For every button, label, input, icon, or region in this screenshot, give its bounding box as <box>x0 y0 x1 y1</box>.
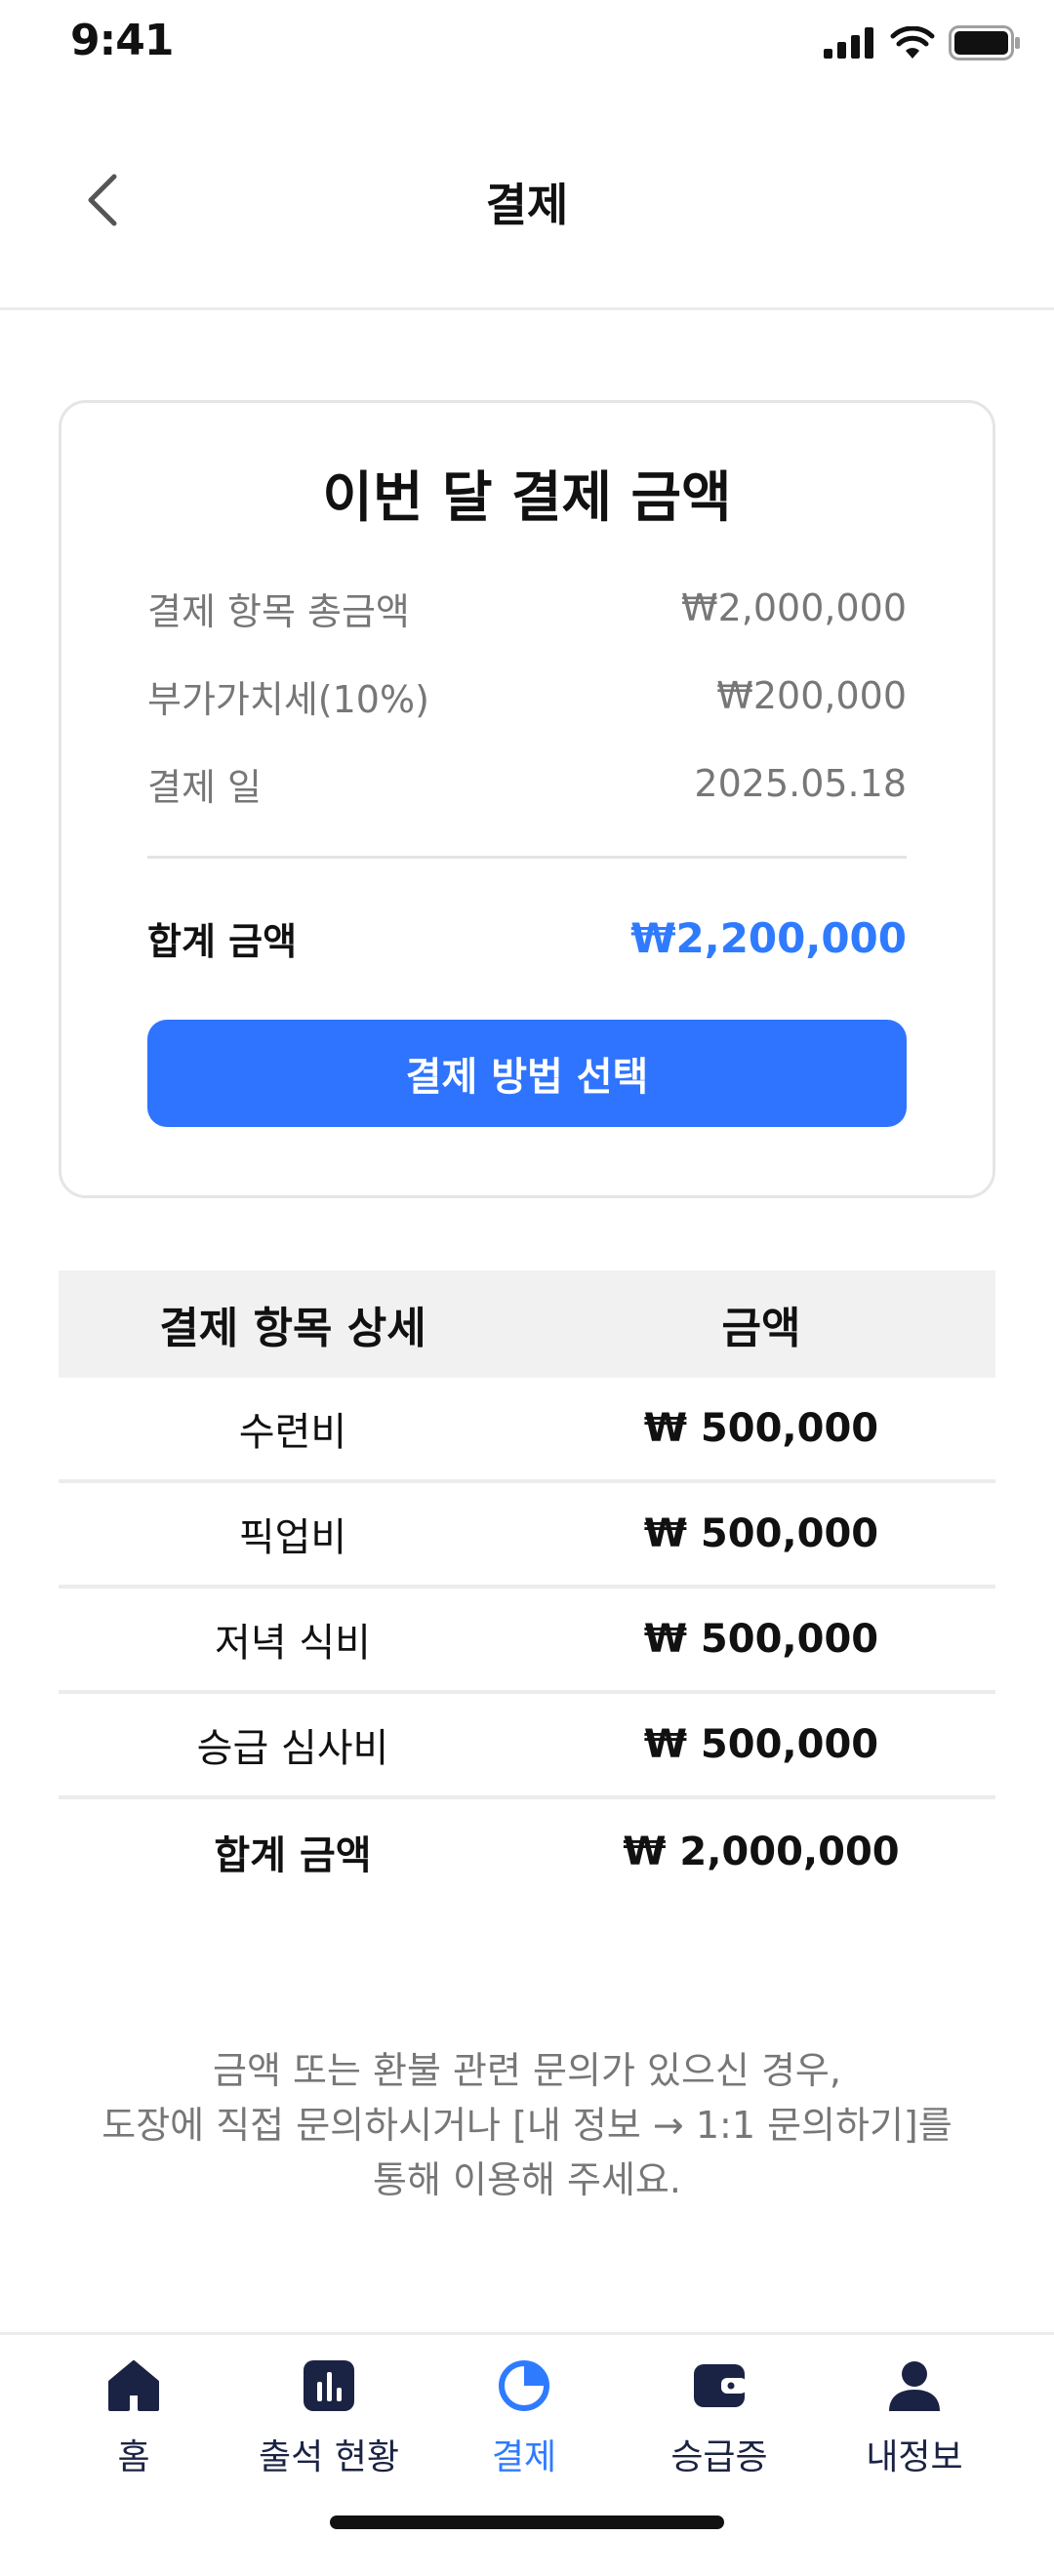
total-value: ₩2,200,000 <box>630 913 907 962</box>
home-icon <box>102 2355 165 2417</box>
nav-label: 출석 현황 <box>259 2437 399 2477</box>
app-header: 결제 <box>0 94 1054 310</box>
divider <box>147 856 907 859</box>
column-header-item: 결제 항목 상세 <box>159 1304 426 1353</box>
summary-row-total-items: 결제 항목 총금액 ₩2,000,000 <box>147 579 907 637</box>
summary-row-payment-date: 결제 일 2025.05.18 <box>147 754 907 813</box>
summary-row-value: 2025.05.18 <box>694 762 907 805</box>
bottom-nav: 홈 출석 현황 결제 승급증 내정보 <box>0 2332 1054 2576</box>
summary-row-label: 부가가치세(10%) <box>147 677 429 721</box>
nav-label: 승급증 <box>670 2437 768 2477</box>
summary-row-label: 결제 항목 총금액 <box>147 589 410 633</box>
nav-label: 홈 <box>117 2437 150 2477</box>
refund-inquiry-notice: 금액 또는 환불 관련 문의가 있으신 경우, 도장에 직접 문의하시거나 [내… <box>59 2043 995 2207</box>
item-name: 저녁 식비 <box>215 1621 371 1666</box>
table-total-row: 합계 금액 ₩ 2,000,000 <box>59 1799 995 1905</box>
user-icon <box>883 2355 946 2417</box>
table-header: 결제 항목 상세 금액 <box>59 1270 995 1378</box>
nav-item-payment[interactable]: 결제 <box>426 2355 622 2479</box>
payment-detail-table: 결제 항목 상세 금액 수련비 ₩ 500,000 픽업비 ₩ 500,000 … <box>59 1270 995 1905</box>
nav-item-home[interactable]: 홈 <box>36 2355 231 2479</box>
notice-line: 금액 또는 환불 관련 문의가 있으신 경우, <box>213 2049 841 2092</box>
item-name: 승급 심사비 <box>196 1726 389 1771</box>
home-indicator <box>330 2516 724 2529</box>
item-name: 픽업비 <box>238 1515 347 1560</box>
column-header-amount: 금액 <box>721 1304 801 1353</box>
nav-item-attendance[interactable]: 출석 현황 <box>231 2355 426 2479</box>
status-time: 9:41 <box>70 16 174 65</box>
summary-row-label: 결제 일 <box>147 765 262 809</box>
payment-summary-card: 이번 달 결제 금액 결제 항목 총금액 ₩2,000,000 부가가치세(10… <box>59 400 995 1198</box>
item-amount: ₩ 500,000 <box>643 1722 879 1767</box>
nav-item-my-info[interactable]: 내정보 <box>817 2355 1012 2479</box>
nav-item-promotion[interactable]: 승급증 <box>622 2355 817 2479</box>
table-row: 픽업비 ₩ 500,000 <box>59 1483 995 1589</box>
item-amount: ₩ 500,000 <box>643 1511 879 1556</box>
item-name: 수련비 <box>238 1410 347 1455</box>
item-amount: ₩ 500,000 <box>643 1617 879 1662</box>
summary-total-row: 합계 금액 ₩2,200,000 <box>147 903 907 973</box>
table-row: 저녁 식비 ₩ 500,000 <box>59 1589 995 1694</box>
summary-row-value: ₩2,000,000 <box>681 586 907 629</box>
page-title: 결제 <box>485 179 569 231</box>
summary-row-vat: 부가가치세(10%) ₩200,000 <box>147 666 907 725</box>
notice-line: 통해 이용해 주세요. <box>373 2158 681 2201</box>
wallet-icon <box>688 2355 750 2417</box>
wifi-icon <box>890 26 935 59</box>
pie-chart-icon <box>493 2355 555 2417</box>
status-icons <box>824 25 1021 60</box>
notice-line: 도장에 직접 문의하시거나 [내 정보 → 1:1 문의하기]를 <box>101 2104 953 2147</box>
nav-label: 내정보 <box>866 2437 963 2477</box>
table-row: 수련비 ₩ 500,000 <box>59 1378 995 1483</box>
item-amount: ₩ 2,000,000 <box>623 1830 900 1874</box>
item-name: 합계 금액 <box>214 1833 372 1878</box>
select-payment-method-button[interactable]: 결제 방법 선택 <box>147 1020 907 1127</box>
total-label: 합계 금액 <box>147 919 298 963</box>
bar-chart-icon <box>298 2355 360 2417</box>
summary-title: 이번 달 결제 금액 <box>322 466 732 530</box>
item-amount: ₩ 500,000 <box>643 1406 879 1451</box>
battery-icon <box>949 25 1020 60</box>
status-bar: 9:41 <box>0 0 1054 94</box>
table-row: 승급 심사비 ₩ 500,000 <box>59 1694 995 1799</box>
nav-label: 결제 <box>491 2437 557 2477</box>
signal-icon <box>824 27 873 59</box>
summary-row-value: ₩200,000 <box>716 674 907 717</box>
